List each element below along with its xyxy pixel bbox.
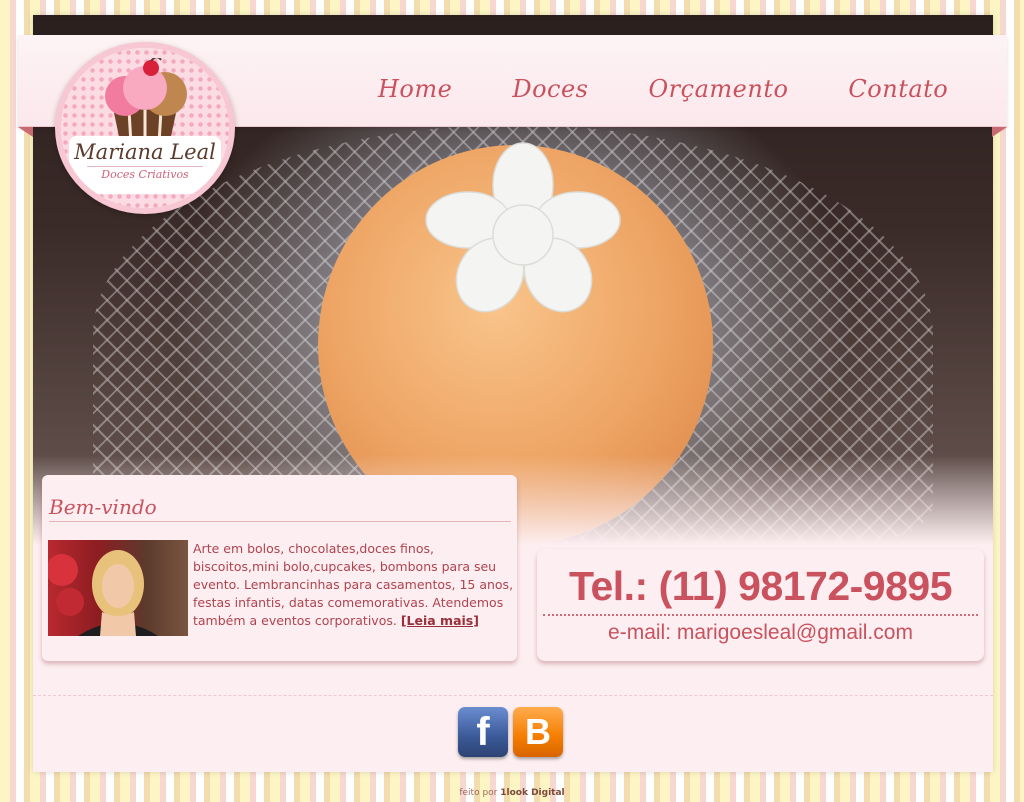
nav-item-doces[interactable]: Doces — [512, 75, 588, 103]
footer-brand-link[interactable]: 1look Digital — [500, 788, 564, 798]
phone-number: Tel.: (11) 98172-9895 — [543, 563, 978, 616]
owner-photo-illustration — [48, 550, 158, 636]
blogger-glyph: B — [525, 711, 551, 752]
welcome-title: Bem-vindo — [49, 495, 511, 522]
ribbon-fold-right — [992, 127, 1007, 137]
contact-panel: Tel.: (11) 98172-9895 e-mail: marigoesle… — [537, 549, 984, 661]
nav-item-home[interactable]: Home — [378, 75, 452, 103]
facebook-icon[interactable]: f — [458, 707, 508, 757]
ribbon-fold-left — [18, 127, 33, 137]
email-address[interactable]: e-mail: marigoesleal@gmail.com — [543, 621, 978, 645]
nav-item-contato[interactable]: Contato — [848, 75, 948, 103]
welcome-text: Arte em bolos, chocolates,doces finos, b… — [193, 540, 515, 630]
footer-prefix: feito por — [459, 788, 498, 798]
logo-subtitle: Doces Criativos — [87, 166, 203, 181]
cupcake-icon — [105, 58, 187, 146]
footer-credit: feito por 1look Digital — [0, 788, 1024, 798]
main-nav: Home Doces Orçamento Contato — [378, 75, 1008, 103]
facebook-glyph: f — [476, 709, 490, 754]
read-more-link[interactable]: [Leia mais] — [401, 613, 479, 628]
welcome-panel: Bem-vindo Arte em bolos, chocolates,doce… — [42, 475, 517, 661]
footer-divider — [33, 695, 993, 696]
owner-photo — [48, 540, 188, 636]
hero-flower — [425, 142, 621, 313]
logo[interactable]: Mariana Leal Doces Criativos — [55, 42, 235, 214]
logo-banner: Mariana Leal Doces Criativos — [69, 136, 221, 194]
social-links: f B — [458, 707, 568, 757]
blogger-icon[interactable]: B — [513, 707, 563, 757]
nav-item-orcamento[interactable]: Orçamento — [649, 75, 789, 103]
logo-name: Mariana Leal — [74, 140, 216, 164]
